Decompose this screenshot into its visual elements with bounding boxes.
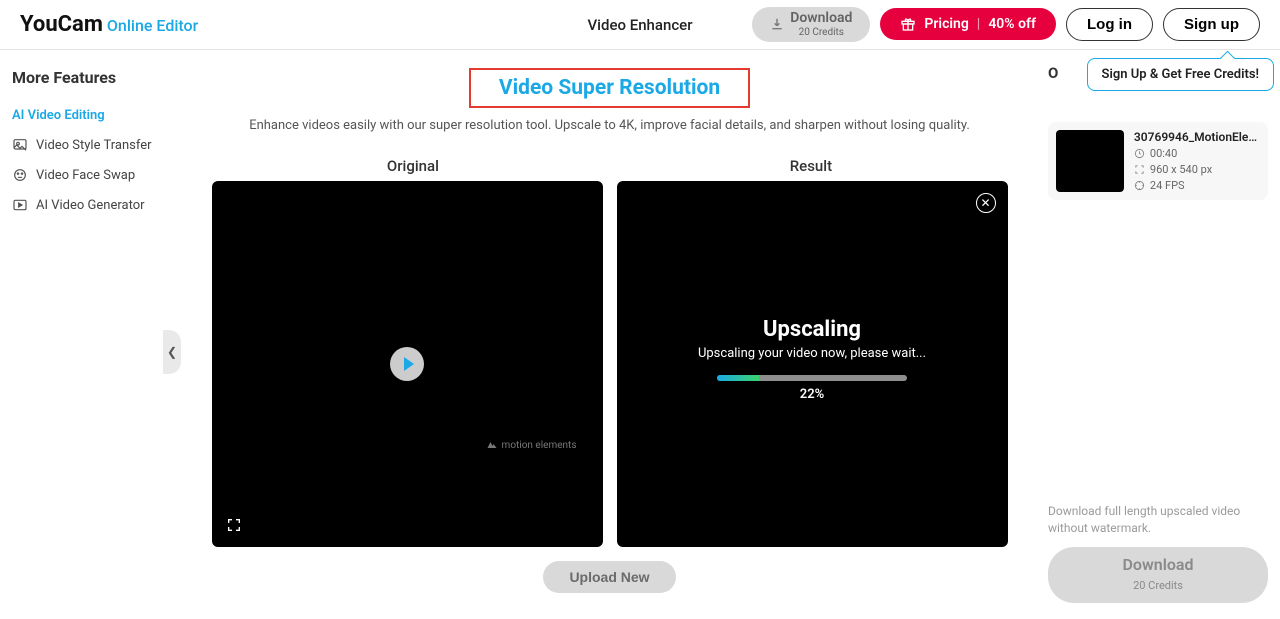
video-fps: 24 FPS [1150,179,1185,192]
header: YouCam Online Editor Video Enhancer Down… [0,0,1280,50]
download-sublabel: 20 Credits [799,27,844,38]
dimensions-icon [1134,164,1145,175]
sidebar-item-video-face-swap[interactable]: Video Face Swap [12,160,155,190]
style-transfer-icon [12,137,28,153]
video-dimensions: 960 x 540 px [1150,163,1212,176]
video-filename: 30769946_MotionElem… [1134,130,1260,144]
feature-title: Video Super Resolution [499,76,720,100]
sidebar-item-label: AI Video Editing [12,108,105,123]
sidebar-item-ai-video-generator[interactable]: AI Video Generator [12,190,155,220]
logo-sub: Online Editor [107,16,198,35]
generator-icon [12,197,28,213]
fps-icon [1134,180,1145,191]
sidebar-item-label: Video Style Transfer [36,138,152,153]
clock-icon [1134,148,1145,159]
play-button[interactable] [390,347,424,381]
watermark: motion elements [486,439,577,451]
download-result-sublabel: 20 Credits [1133,579,1183,592]
upload-new-button[interactable]: Upload New [543,561,675,593]
main-content: Video Super Resolution Enhance videos ea… [183,50,1036,619]
sidebar-item-label: AI Video Generator [36,198,145,213]
progress-percent: 22% [800,387,824,402]
logo-main: YouCam [20,12,103,37]
download-header-button[interactable]: Download 20 Credits [752,7,870,41]
panels-header: Original Result [212,157,1008,175]
pricing-discount: 40% off [988,16,1036,32]
close-icon: ✕ [980,196,990,210]
pricing-label: Pricing [924,16,968,32]
download-label: Download [790,11,852,26]
fullscreen-button[interactable] [226,517,242,533]
feature-subtitle: Enhance videos easily with our super res… [249,118,970,133]
gift-icon [900,16,916,32]
sidebar-title: More Features [12,68,155,87]
signup-button[interactable]: Sign up [1163,8,1260,41]
sidebar: More Features AI Video Editing Video Sty… [0,50,165,619]
download-note: Download full length upscaled video with… [1048,503,1268,537]
divider: | [977,16,981,32]
progress-fill [717,375,759,381]
collapse-sidebar-handle[interactable]: ❮ [163,330,181,374]
feature-title-box: Video Super Resolution [469,68,750,108]
signup-tooltip[interactable]: Sign Up & Get Free Credits! [1087,58,1274,91]
result-label: Result [790,157,832,175]
upscaling-title: Upscaling [763,317,861,342]
header-right: Download 20 Credits Pricing | 40% off Lo… [752,7,1260,41]
pricing-button[interactable]: Pricing | 40% off [880,8,1056,40]
video-info-card: 30769946_MotionElem… 00:40 960 x 540 px … [1048,122,1268,200]
download-icon [770,17,784,31]
login-button[interactable]: Log in [1066,8,1153,41]
right-panel: O Sign Up & Get Free Credits! 30769946_M… [1036,50,1280,619]
sidebar-handle-area: ❮ [165,50,183,619]
result-video-panel: ✕ Upscaling Upscaling your video now, pl… [617,181,1008,547]
video-thumbnail [1056,130,1124,192]
logo[interactable]: YouCam Online Editor [20,12,198,37]
page-title: Video Enhancer [588,16,693,34]
sidebar-item-video-style-transfer[interactable]: Video Style Transfer [12,130,155,160]
chevron-left-icon: ❮ [167,345,177,359]
upscaling-status: Upscaling Upscaling your video now, plea… [617,317,1008,402]
play-icon [404,357,414,371]
download-result-button[interactable]: Download 20 Credits [1048,547,1268,603]
original-label: Original [387,157,439,175]
sidebar-item-label: Video Face Swap [36,168,135,183]
close-result-button[interactable]: ✕ [976,193,996,213]
progress-bar [717,375,907,381]
download-result-label: Download [1048,555,1268,574]
upscaling-subtitle: Upscaling your video now, please wait... [698,346,926,361]
original-video-panel: motion elements [212,181,603,547]
face-swap-icon [12,167,28,183]
video-duration: 00:40 [1150,147,1177,160]
sidebar-item-ai-video-editing[interactable]: AI Video Editing [12,101,155,130]
